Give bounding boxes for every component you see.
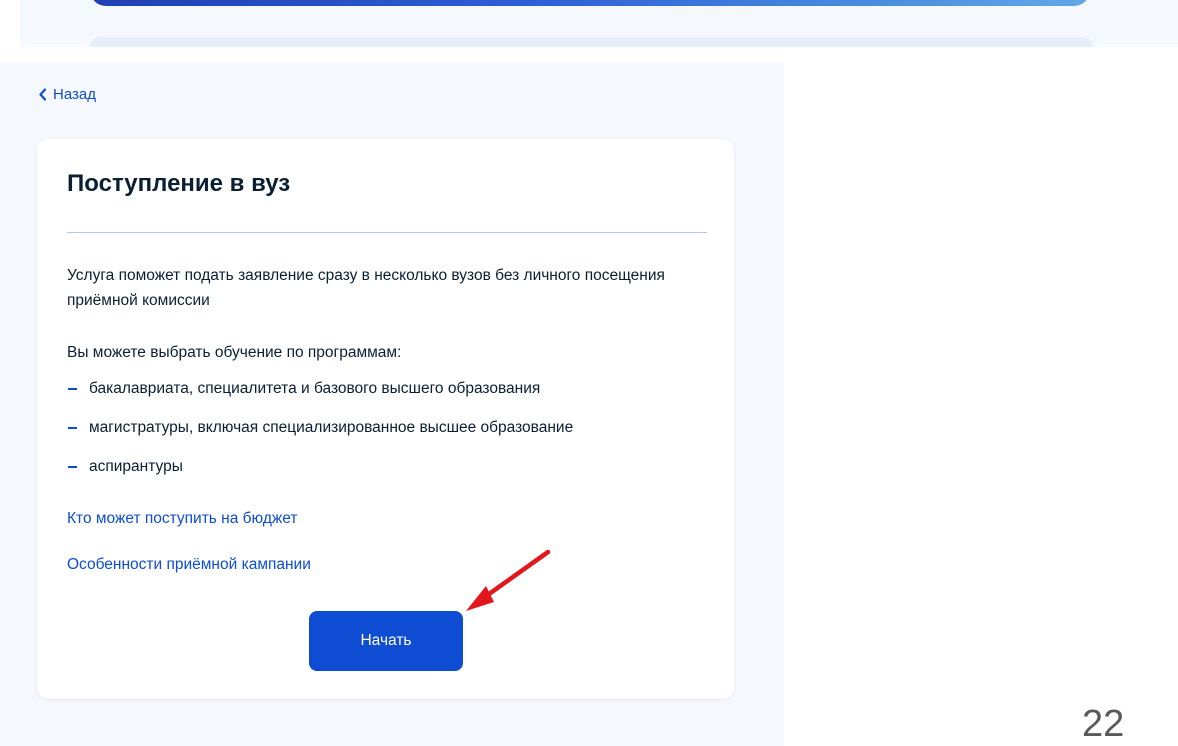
service-title: Поступление в вуз — [67, 170, 291, 197]
program-item: магистратуры, включая специализированное… — [67, 415, 573, 440]
back-link-label: Назад — [53, 86, 96, 103]
service-description: Услуга поможет подать заявление сразу в … — [67, 267, 665, 309]
chevron-left-icon — [38, 88, 47, 101]
programs-intro: Вы можете выбрать обучение по программам… — [67, 344, 402, 361]
program-item-label: аспирантуры — [89, 457, 183, 475]
title-divider — [67, 232, 707, 233]
top-panel — [90, 37, 1093, 47]
program-list: бакалавриата, специалитета и базового вы… — [67, 376, 573, 493]
program-item-label: бакалавриата, специалитета и базового вы… — [89, 379, 541, 397]
dash-bullet-icon — [68, 387, 77, 390]
service-card: Поступление в вуз Услуга поможет подать … — [37, 139, 734, 699]
slide-number: 22 — [1082, 703, 1125, 745]
start-button[interactable]: Начать — [309, 611, 463, 671]
admission-campaign-link[interactable]: Особенности приёмной кампании — [67, 556, 311, 574]
budget-info-link[interactable]: Кто может поступить на бюджет — [67, 510, 297, 528]
program-item: бакалавриата, специалитета и базового вы… — [67, 376, 573, 401]
top-banner — [90, 0, 1090, 6]
back-link[interactable]: Назад — [38, 86, 96, 103]
dash-bullet-icon — [68, 465, 77, 468]
program-item: аспирантуры — [67, 454, 573, 479]
dash-bullet-icon — [68, 426, 77, 429]
program-item-label: магистратуры, включая специализированное… — [89, 418, 574, 436]
